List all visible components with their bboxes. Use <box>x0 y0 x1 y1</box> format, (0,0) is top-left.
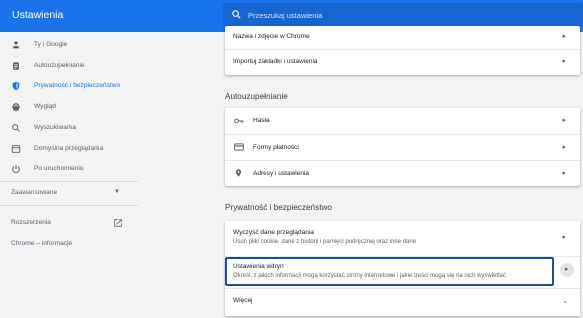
app-title: Ustawienia <box>12 9 64 21</box>
row-label: Hasła <box>253 117 270 124</box>
autofill-card: Hasła ▸ Formy płatności ▸ Adresy i ustaw… <box>225 108 580 186</box>
chevron-right-icon: ▸ <box>562 58 566 65</box>
shield-icon <box>12 81 20 91</box>
chevron-down-icon: ▼ <box>114 189 120 195</box>
sidebar-item-label: Domyślna przeglądarka <box>34 145 104 152</box>
search-icon <box>12 124 20 132</box>
search-input[interactable] <box>248 7 568 23</box>
row-label: Importuj zakładki i ustawienia <box>233 58 318 65</box>
divider <box>0 181 138 182</box>
autofill-section-title: Autouzupełnianie <box>225 92 288 101</box>
search-icon <box>232 10 241 19</box>
browser-icon <box>11 145 21 153</box>
privacy-section-title: Prywatność i bezpieczeństwo <box>225 203 332 212</box>
sidebar-item-on-startup[interactable]: Po uruchomieniu <box>0 159 138 179</box>
row-more[interactable]: Więcej ⌄ <box>225 289 580 316</box>
about-label: Chrome – informacje <box>11 240 73 247</box>
chevron-right-icon: ▸ <box>562 33 566 40</box>
divider <box>0 205 138 206</box>
sidebar-item-you-and-google[interactable]: Ty i Google <box>0 35 138 55</box>
power-icon <box>12 165 20 174</box>
sidebar-item-about-chrome[interactable]: Chrome – informacje <box>0 237 138 253</box>
extensions-label: Rozszerzenia <box>11 219 51 226</box>
sidebar-item-appearance[interactable]: Wygląd <box>0 97 138 117</box>
chevron-down-icon: ⌄ <box>562 298 568 305</box>
row-label: Nazwa i zdjęcie w Chrome <box>233 33 310 40</box>
site-settings-arrow-button[interactable]: ▸ <box>560 263 574 277</box>
sidebar-item-label: Po uruchomieniu <box>34 165 84 172</box>
row-clear-browsing-data[interactable]: Wyczyść dane przeglądania Usuń pliki coo… <box>225 221 580 255</box>
search-box[interactable] <box>223 3 583 27</box>
more-label: Więcej <box>233 297 253 304</box>
external-link-icon <box>114 219 122 227</box>
row-payment-methods[interactable]: Formy płatności ▸ <box>225 135 580 160</box>
you-and-google-card: Nazwa i zdjęcie w Chrome ▸ Importuj zakł… <box>225 26 580 75</box>
row-addresses[interactable]: Adresy i ustawienia ▸ <box>225 161 580 186</box>
key-icon <box>234 118 244 124</box>
sidebar: Ty i Google Autouzupełnianie Prywatność … <box>0 32 138 318</box>
sidebar-item-label: Autouzupełnianie <box>34 62 85 69</box>
sidebar-item-extensions[interactable]: Rozszerzenia <box>0 216 138 232</box>
chevron-right-icon: ▸ <box>565 266 569 273</box>
clipboard-icon <box>13 62 19 70</box>
sidebar-advanced-toggle[interactable]: Zaawansowane ▼ <box>0 184 138 202</box>
sidebar-item-label: Wygląd <box>34 103 56 110</box>
person-icon <box>12 41 20 49</box>
chevron-right-icon: ▸ <box>562 234 566 241</box>
credit-card-icon <box>234 143 244 151</box>
row-name-and-photo[interactable]: Nazwa i zdjęcie w Chrome ▸ <box>225 26 580 48</box>
chevron-right-icon: ▸ <box>562 144 566 151</box>
sidebar-item-default-browser[interactable]: Domyślna przeglądarka <box>0 139 138 159</box>
row-label: Adresy i ustawienia <box>253 170 309 177</box>
location-pin-icon <box>235 169 242 177</box>
clear-data-description: Usuń pliki cookie, dane z historii i pam… <box>233 239 417 245</box>
sidebar-item-label: Prywatność i bezpieczeństwo <box>34 82 121 89</box>
sidebar-item-label: Wyszukiwarka <box>34 124 77 131</box>
chevron-right-icon: ▸ <box>562 117 566 124</box>
advanced-label: Zaawansowane <box>11 189 58 196</box>
sidebar-item-search-engine[interactable]: Wyszukiwarka <box>0 118 138 138</box>
row-passwords[interactable]: Hasła ▸ <box>225 108 580 134</box>
sidebar-item-label: Ty i Google <box>34 41 68 48</box>
row-import-bookmarks[interactable]: Importuj zakładki i ustawienia ▸ <box>225 50 580 74</box>
sidebar-item-privacy[interactable]: Prywatność i bezpieczeństwo <box>0 76 138 96</box>
clear-data-title: Wyczyść dane przeglądania <box>233 229 314 236</box>
chevron-right-icon: ▸ <box>562 170 566 177</box>
palette-icon <box>12 103 20 111</box>
sidebar-item-autofill[interactable]: Autouzupełnianie <box>0 56 138 76</box>
row-label: Formy płatności <box>253 144 299 151</box>
site-settings-highlight <box>225 257 554 286</box>
